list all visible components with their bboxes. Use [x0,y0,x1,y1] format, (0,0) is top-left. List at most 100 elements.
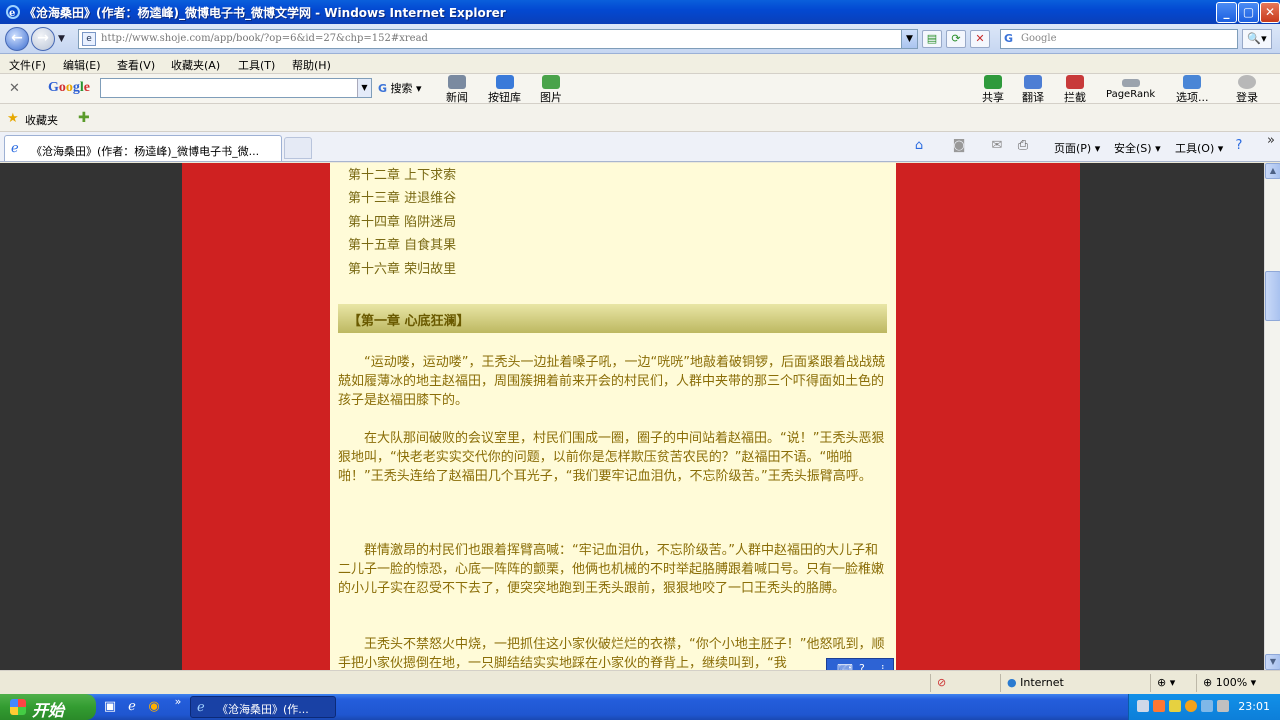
address-dropdown-icon[interactable]: ▼ [901,30,917,48]
page-content: 第十二章 上下求索 第十三章 进退维谷 第十四章 陷阱迷局 第十五章 自食其果 … [0,163,1264,670]
volume-icon[interactable] [1201,700,1213,712]
ie-task-icon: ℯ [197,700,205,715]
google-toolbar: ✕ Google ▼ G 搜索 ▾ 新闻 按钮库 图片 共享 翻译 拦截 Pag… [0,74,1280,104]
chrome-quicklaunch-icon[interactable]: ◉ [146,699,162,715]
address-input[interactable]: e http://www.shoje.com/app/book/?op=6&id… [78,29,918,49]
title-bar: e 《沧海桑田》(作者：杨逵峰)_微博电子书_微博文学网 - Windows I… [0,0,1280,24]
history-dropdown-icon[interactable]: ▼ [58,34,65,44]
windows-flag-icon [10,699,26,715]
menu-help[interactable]: 帮助(H) [292,57,331,73]
scroll-up-icon[interactable]: ▲ [1265,163,1280,179]
security-tray-icon[interactable] [1217,700,1229,712]
tab-bar: ℯ 《沧海桑田》(作者：杨逵峰)_微博电子书_微... ⌂ ◙ ✉ ⎙ 页面(P… [0,132,1280,162]
page-menu[interactable]: 页面(P) ▾ [1054,140,1100,156]
help-icon[interactable]: ? [1230,137,1248,155]
home-icon[interactable]: ⌂ [910,137,928,155]
back-button[interactable]: ← [5,27,29,51]
quicklaunch-more-icon[interactable]: » [170,694,186,710]
stop-icon[interactable]: ✕ [970,30,990,48]
google-search-input[interactable]: ▼ [100,78,372,98]
tools-menu[interactable]: 工具(O) ▾ [1175,140,1223,156]
toc-link[interactable]: 第十二章 上下求索 [348,164,456,183]
close-toolbar-icon[interactable]: ✕ [9,81,20,96]
ie-tab-icon: ℯ [11,141,19,156]
forward-button[interactable]: → [31,27,55,51]
minimize-button[interactable]: _ [1216,2,1237,23]
menu-view[interactable]: 查看(V) [117,57,155,73]
mail-icon[interactable]: ✉ [988,137,1006,155]
translate-icon [1024,75,1042,89]
favorites-label[interactable]: 收藏夹 [25,112,58,128]
news-button[interactable]: 新闻 [446,75,468,105]
popup-blocker-button[interactable]: 拦截 [1064,75,1086,105]
menu-file[interactable]: 文件(F) [9,57,46,73]
button-gallery-button[interactable]: 按钮库 [488,75,521,105]
ime-tray-icon[interactable] [1169,700,1181,712]
pagerank-bar-icon [1121,79,1140,87]
ie-logo-icon: e [5,4,21,20]
share-icon [984,75,1002,89]
security-status-icon: ⊘ [930,674,990,692]
menu-tools[interactable]: 工具(T) [238,57,275,73]
paragraph: 在大队那间破败的会议室里，村民们围成一圈，圈子的中间站着赵福田。“说！”王秃头恶… [338,431,885,484]
paragraph: “运动喽，运动喽”，王秃头一边扯着嗓子吼，一边“咣咣”地敲着破铜锣，后面紧跟着战… [338,355,885,408]
compatibility-icon[interactable]: ▤ [922,30,942,48]
close-button[interactable]: ✕ [1260,2,1280,23]
google-search-button[interactable]: G 搜索 ▾ [378,80,422,96]
images-button[interactable]: 图片 [540,75,562,105]
safety-menu[interactable]: 安全(S) ▾ [1114,140,1161,156]
add-favorite-icon[interactable]: ✚ [78,110,90,126]
chapter-title: 【第一章 心底狂澜】 [348,314,470,329]
search-input[interactable]: G Google [1000,29,1238,49]
protected-mode-icon[interactable]: ⊕ ▾ [1150,674,1194,692]
options-button[interactable]: 选项... [1176,75,1209,105]
block-icon [1066,75,1084,89]
toc-link[interactable]: 第十五章 自食其果 [348,234,456,253]
window-title: 《沧海桑田》(作者：杨逵峰)_微博电子书_微博文学网 - Windows Int… [24,6,506,20]
taskbar: 开始 ▣ ℯ ◉ » ℯ 《沧海桑田》(作... 23:01 [0,694,1280,720]
pagerank-button[interactable]: PageRank [1106,75,1155,100]
tab-current[interactable]: ℯ 《沧海桑田》(作者：杨逵峰)_微博电子书_微... [4,135,282,161]
ie-quicklaunch-icon[interactable]: ℯ [124,699,140,715]
refresh-icon[interactable]: ⟳ [946,30,966,48]
zoom-control[interactable]: ⊕ 100% ▾ [1196,674,1280,692]
address-bar: ← → ▼ e http://www.shoje.com/app/book/?o… [0,24,1280,54]
share-button[interactable]: 共享 [982,75,1004,105]
antivirus-icon[interactable] [1153,700,1165,712]
maximize-button[interactable]: ▢ [1238,2,1259,23]
svg-text:e: e [9,8,15,19]
toc-link[interactable]: 第十六章 荣归故里 [348,258,456,277]
paragraph: 王秃头不禁怒火中烧，一把抓住这小家伙破烂烂的衣襟，“你个小地主胚子！”他怒吼到，… [338,637,885,670]
more-chevron-icon[interactable]: » [1262,132,1280,150]
favorites-star-icon[interactable]: ★ [7,111,19,126]
scroll-thumb[interactable] [1265,271,1280,321]
globe-icon: ● [1007,676,1017,689]
wrench-icon [1183,75,1202,89]
google-search-icon: G [1004,32,1014,45]
search-placeholder: Google [1021,33,1057,44]
scroll-down-icon[interactable]: ▼ [1265,654,1280,670]
taskbar-ie-window[interactable]: ℯ 《沧海桑田》(作... [190,696,336,718]
google-search-dropdown-icon[interactable]: ▼ [357,79,371,97]
zoom-icon: ⊕ [1203,676,1213,689]
network-icon[interactable] [1137,700,1149,712]
signin-button[interactable]: 登录 [1236,75,1258,105]
menu-edit[interactable]: 编辑(E) [63,57,101,73]
google-search-label: 搜索 [390,82,413,95]
print-icon[interactable]: ⎙ [1014,137,1032,155]
toc-link[interactable]: 第十三章 进退维谷 [348,187,456,206]
show-desktop-icon[interactable]: ▣ [102,699,118,715]
search-button[interactable]: 🔍▾ [1242,29,1272,49]
menu-favorites[interactable]: 收藏夹(A) [171,57,220,73]
messenger-icon[interactable] [1185,700,1197,712]
toc-link[interactable]: 第十四章 陷阱迷局 [348,211,456,230]
page-favicon-icon: e [82,32,96,46]
vertical-scrollbar[interactable]: ▲ ▼ [1264,163,1280,670]
new-tab-button[interactable] [284,137,312,159]
feeds-icon[interactable]: ◙ [950,137,968,155]
user-icon [1238,75,1256,89]
translate-button[interactable]: 翻译 [1022,75,1044,105]
image-icon [542,75,560,89]
start-button[interactable]: 开始 [0,694,96,720]
book-page: 第十二章 上下求索 第十三章 进退维谷 第十四章 陷阱迷局 第十五章 自食其果 … [330,163,896,670]
